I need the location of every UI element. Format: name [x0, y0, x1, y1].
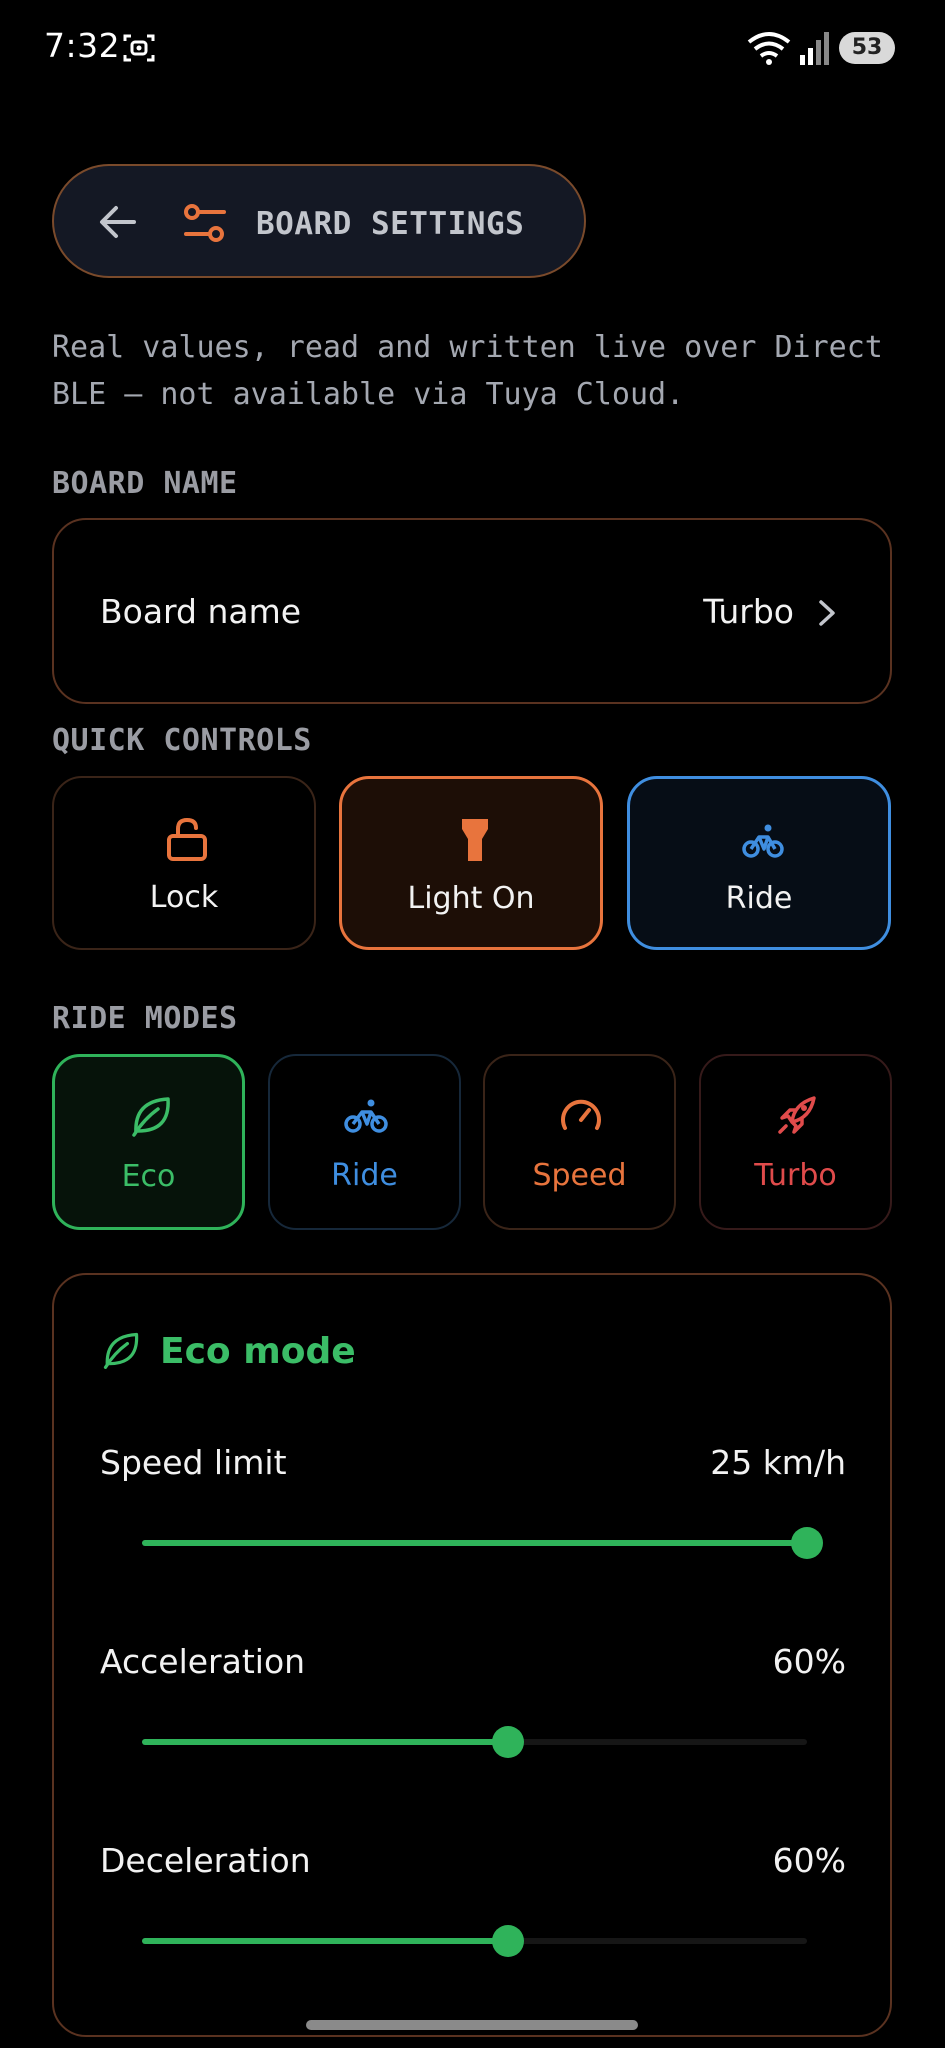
status-bar: 7:32 53 [0, 0, 945, 100]
slider-value-speed-limit: 25 km/h [710, 1443, 846, 1482]
ride-mode-speed-label: Speed [532, 1158, 627, 1193]
sliders-settings-icon [184, 204, 226, 242]
gauge-icon [561, 1099, 601, 1130]
section-label-ride-modes: RIDE MODES [52, 1001, 238, 1036]
flashlight-icon [462, 819, 488, 861]
bike-icon [742, 824, 784, 858]
bike-icon [344, 1099, 388, 1133]
quick-control-light-label: Light On [407, 881, 535, 916]
quick-control-light[interactable]: Light On [339, 776, 603, 950]
back-arrow-icon[interactable] [98, 202, 138, 242]
section-label-board-name: BOARD NAME [52, 466, 238, 501]
ride-mode-eco[interactable]: Eco [52, 1054, 245, 1230]
home-indicator[interactable] [306, 2020, 638, 2030]
board-name-row[interactable]: Board name Turbo [52, 518, 892, 704]
board-name-value: Turbo [703, 592, 794, 631]
ride-mode-speed[interactable]: Speed [483, 1054, 676, 1230]
slider-value-acceleration: 60% [772, 1642, 846, 1681]
slider-fill [142, 1739, 508, 1745]
ride-mode-turbo[interactable]: Turbo [699, 1054, 892, 1230]
chevron-right-icon [819, 600, 835, 626]
quick-control-ride-label: Ride [725, 881, 793, 916]
slider-fill [142, 1938, 508, 1944]
ride-mode-turbo-label: Turbo [754, 1158, 837, 1193]
signal-icon [800, 32, 829, 65]
ride-mode-ride[interactable]: Ride [268, 1054, 461, 1230]
acceleration-slider[interactable] [142, 1726, 807, 1758]
leaf-icon [103, 1332, 139, 1369]
slider-thumb[interactable] [491, 1925, 524, 1957]
slider-thumb[interactable] [491, 1726, 524, 1758]
leaf-icon [132, 1097, 170, 1137]
slider-value-deceleration: 60% [772, 1841, 846, 1880]
ride-mode-ride-label: Ride [331, 1158, 398, 1193]
unlock-icon [167, 817, 207, 861]
wifi-icon [747, 32, 791, 65]
slider-thumb[interactable] [791, 1527, 823, 1559]
quick-control-lock-label: Lock [149, 880, 219, 915]
mode-settings-card: Eco mode Speed limit 25 km/h Acceleratio… [52, 1273, 892, 2037]
page-title: BOARD SETTINGS [256, 206, 525, 242]
quick-control-lock[interactable]: Lock [52, 776, 316, 950]
battery-indicator: 53 [839, 32, 895, 64]
slider-label-acceleration: Acceleration [100, 1642, 306, 1681]
quick-control-ride[interactable]: Ride [627, 776, 891, 950]
status-time: 7:32 [44, 26, 121, 65]
ride-mode-eco-label: Eco [121, 1159, 176, 1194]
mode-title: Eco mode [160, 1331, 356, 1372]
rocket-icon [778, 1096, 816, 1134]
page-description: Real values, read and written live over … [52, 330, 883, 412]
slider-fill [142, 1540, 807, 1546]
slider-label-speed-limit: Speed limit [100, 1443, 287, 1482]
section-label-quick-controls: QUICK CONTROLS [52, 723, 312, 758]
board-name-label: Board name [100, 592, 302, 631]
screen-record-icon [123, 34, 155, 62]
deceleration-slider[interactable] [142, 1925, 807, 1957]
slider-label-deceleration: Deceleration [100, 1841, 311, 1880]
status-icons: 53 [747, 28, 895, 68]
speed-limit-slider[interactable] [142, 1527, 823, 1559]
header-pill: BOARD SETTINGS [52, 164, 586, 278]
